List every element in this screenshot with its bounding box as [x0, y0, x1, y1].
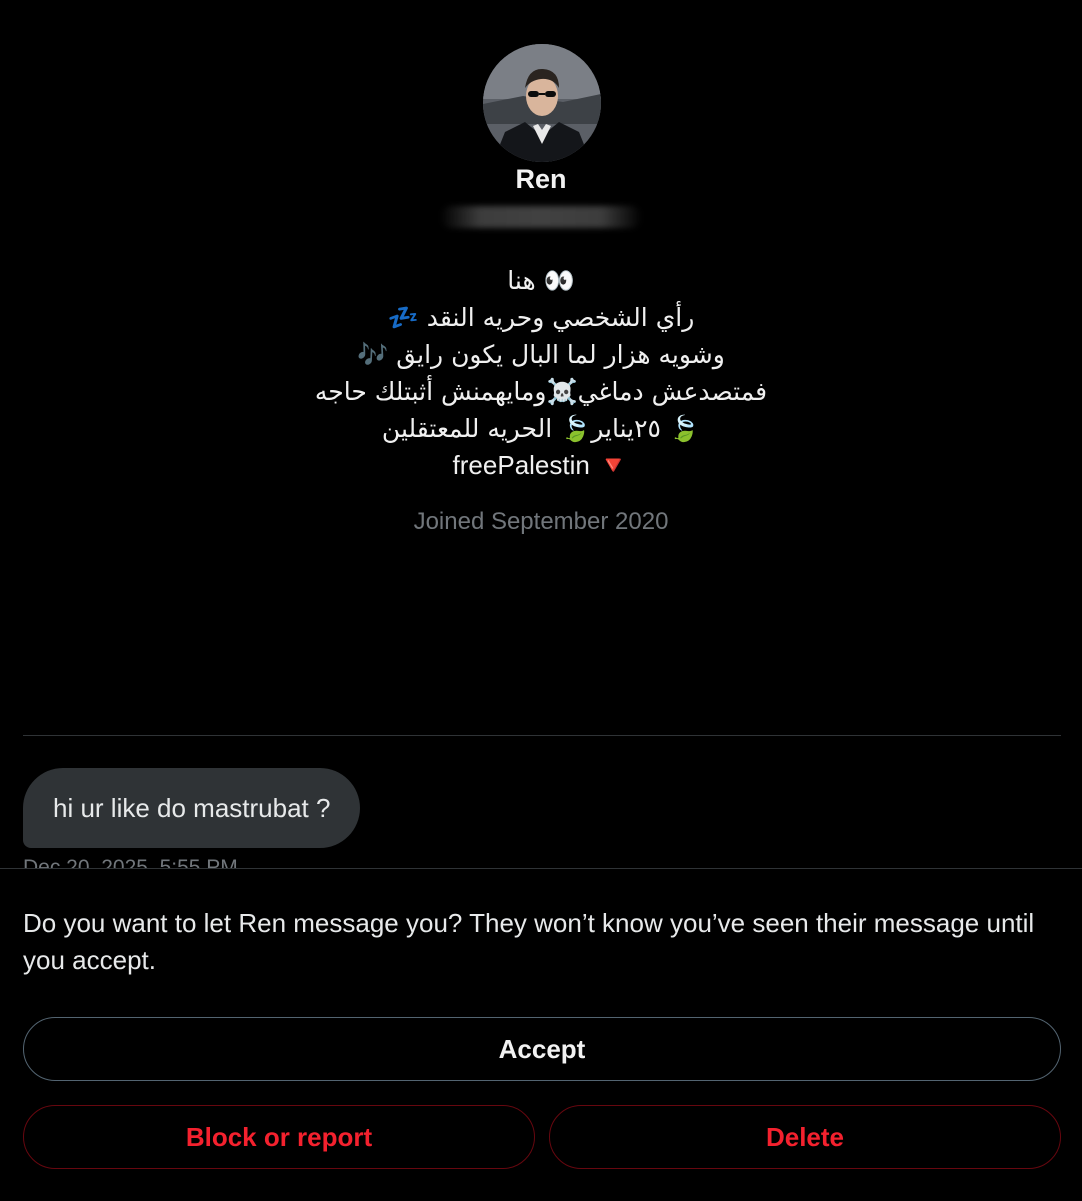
bio-line: freePalestin 🔻	[452, 450, 630, 480]
bio-line: 🍃 ٢٥يناير🍃 الحريه للمعتقلين	[381, 414, 701, 443]
joined-date: Joined September 2020	[413, 508, 669, 535]
block-or-report-button[interactable]: Block or report	[23, 1105, 535, 1169]
message-text: hi ur like do mastrubat ?	[53, 792, 331, 823]
delete-button-label: Delete	[765, 1121, 845, 1152]
block-or-report-label: Block or report	[185, 1121, 373, 1152]
blurred-handle	[440, 206, 642, 228]
message-request-panel: Do you want to let Ren message you? They…	[0, 868, 1082, 1201]
bio-line: 👀 هنا	[507, 266, 575, 295]
message-request-prompt: Do you want to let Ren message you? They…	[23, 908, 1035, 975]
profile-display-name: Ren	[515, 164, 567, 194]
avatar[interactable]	[483, 44, 601, 162]
avatar-image	[483, 44, 601, 162]
delete-button[interactable]: Delete	[549, 1105, 1061, 1169]
accept-button[interactable]: Accept	[23, 1017, 1061, 1081]
profile-bio: 👀 هنا رأي الشخصي وحريه النقد 💤 وشويه هزا…	[0, 262, 1082, 484]
profile-header: Ren 👀 هنا رأي الشخصي وحريه النقد 💤 وشويه…	[0, 0, 1082, 740]
message-bubble[interactable]: hi ur like do mastrubat ?	[23, 768, 361, 848]
bio-line: رأي الشخصي وحريه النقد 💤	[387, 303, 695, 332]
bio-line: فمتصدعش دماغي☠️ومايهمنش أثبتلك حاجه	[314, 377, 768, 406]
bio-line: وشويه هزار لما البال يكون رايق 🎶	[357, 340, 725, 369]
accept-button-label: Accept	[498, 1033, 586, 1064]
divider	[23, 735, 1061, 736]
